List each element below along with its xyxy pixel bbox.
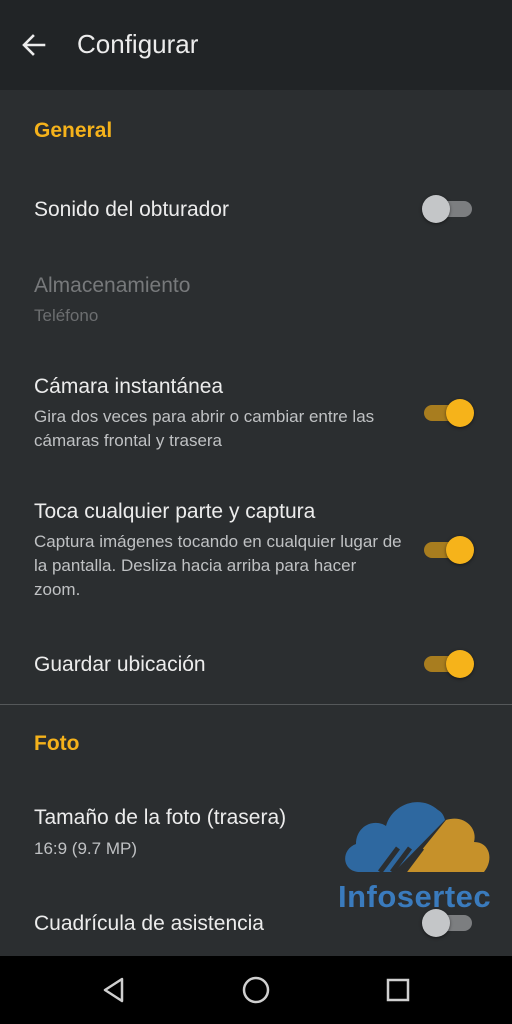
section-header-photo: Foto [34,732,80,755]
nav-home-button[interactable] [232,966,280,1014]
setting-quick-camera[interactable]: Cámara instantánea Gira dos veces para a… [0,356,512,466]
setting-save-location[interactable]: Guardar ubicación [0,626,512,702]
toggle-thumb [446,399,474,427]
arrow-left-icon [22,34,46,56]
setting-shutter-sound[interactable]: Sonido del obturador [0,170,512,248]
toggle-thumb [446,650,474,678]
square-recents-icon [386,978,410,1002]
nav-back-button[interactable] [90,966,138,1014]
setting-title: Guardar ubicación [34,653,206,676]
page-title: Configurar [77,29,199,59]
toggle-thumb [422,195,450,223]
setting-value: Teléfono [34,306,99,325]
setting-description: Captura imágenes tocando en cualquier lu… [34,532,402,599]
setting-title: Almacenamiento [34,274,191,297]
touch-capture-toggle[interactable] [420,533,478,567]
setting-title: Tamaño de la foto (trasera) [34,806,287,829]
setting-description: Gira dos veces para abrir o cambiar entr… [34,407,375,450]
setting-title: Toca cualquier parte y captura [34,500,316,523]
app-bar: Configurar [0,0,512,90]
navigation-bar [0,956,512,1024]
circle-home-icon [242,976,270,1004]
setting-value: 16:9 (9.7 MP) [34,839,137,858]
setting-title: Cuadrícula de asistencia [34,912,264,935]
setting-title: Cámara instantánea [34,375,224,398]
setting-title: Sonido del obturador [34,198,229,221]
toggle-thumb [446,536,474,564]
back-button[interactable] [14,25,54,65]
watermark-text: Infosertec [338,879,492,914]
setting-storage: Almacenamiento Teléfono [0,250,512,340]
triangle-back-icon [103,977,124,1003]
shutter-sound-toggle[interactable] [420,192,478,226]
quick-camera-toggle[interactable] [420,396,478,430]
section-header-general: General [34,119,113,142]
setting-photo-size[interactable]: Tamaño de la foto (trasera) 16:9 (9.7 MP… [0,780,512,870]
section-divider [0,704,512,705]
save-location-toggle[interactable] [420,647,478,681]
setting-touch-capture[interactable]: Toca cualquier parte y captura Captura i… [0,484,512,614]
settings-list[interactable]: General Sonido del obturador Almacenamie… [0,90,512,956]
nav-recents-button[interactable] [374,966,422,1014]
